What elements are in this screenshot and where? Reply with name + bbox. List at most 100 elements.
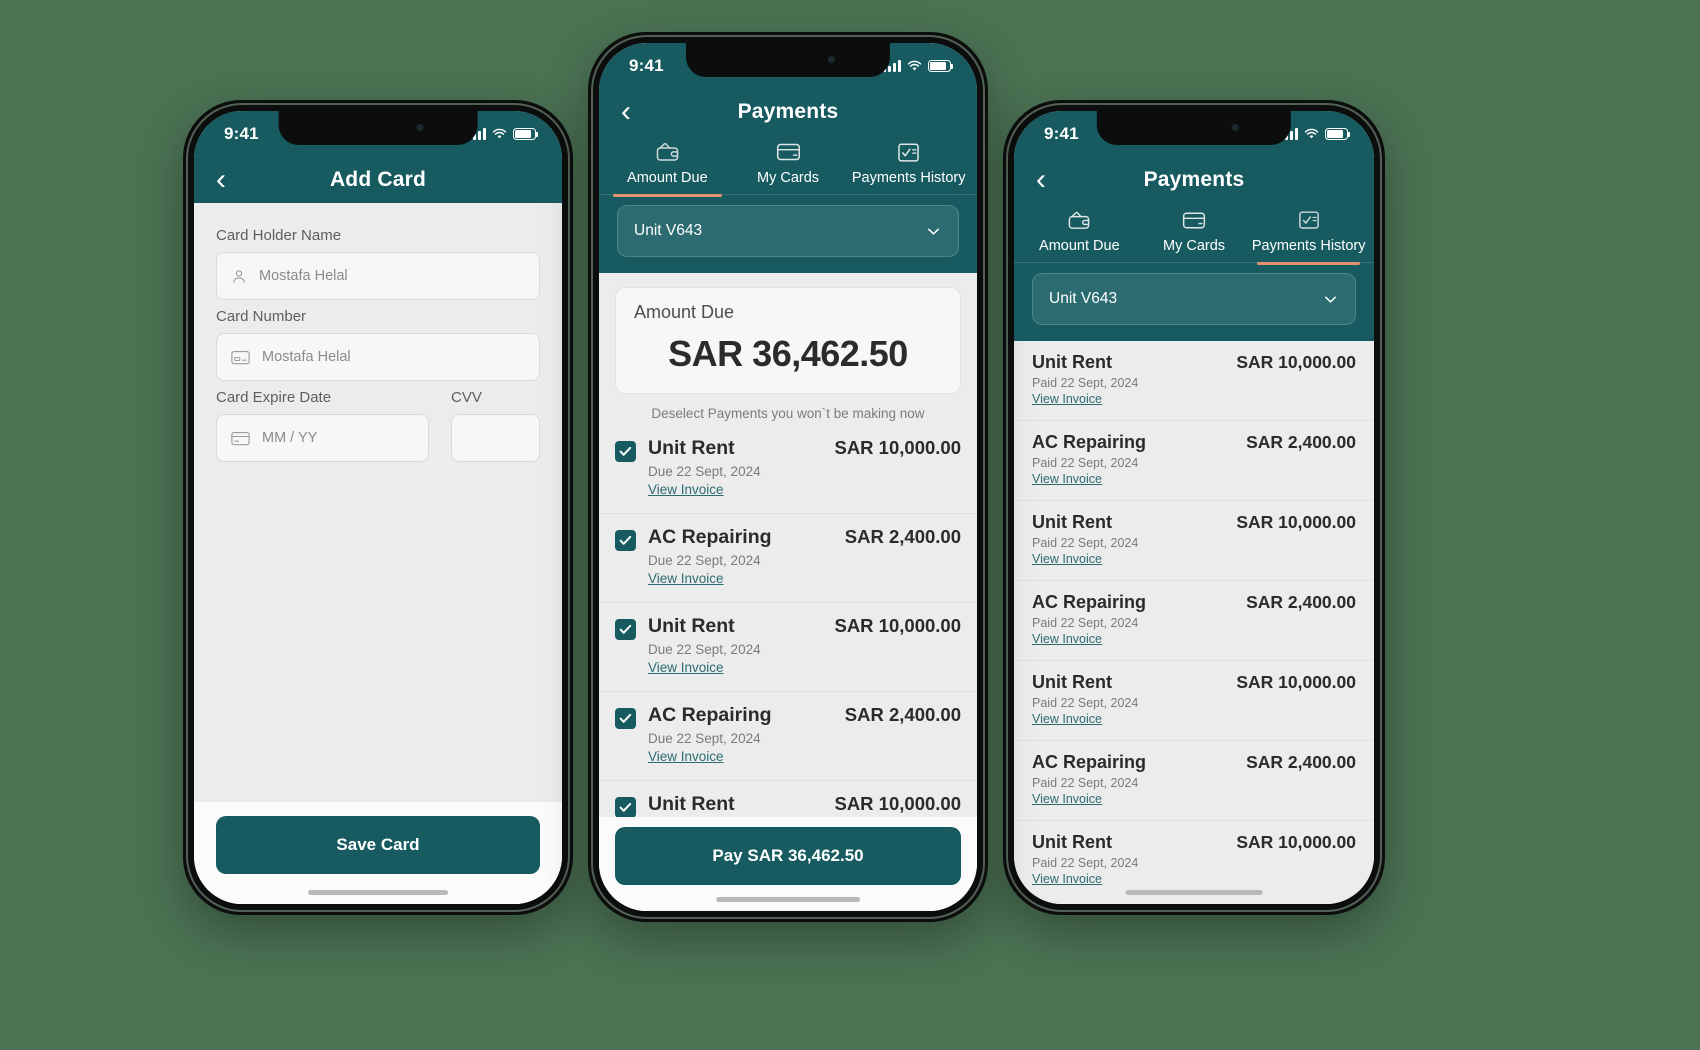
wifi-icon — [907, 60, 922, 71]
payment-date: Due 22 Sept, 2024 — [648, 553, 761, 568]
unit-select-value: Unit V643 — [634, 222, 703, 239]
tab-label: Amount Due — [1039, 238, 1120, 254]
payments-tabs: Amount Due My Cards Payments History — [1014, 203, 1374, 265]
payment-title: Unit Rent — [648, 437, 735, 459]
home-indicator — [1125, 890, 1263, 895]
payment-date: Due 22 Sept, 2024 — [648, 731, 761, 746]
camera-dot — [827, 56, 835, 63]
payment-amount: SAR 10,000.00 — [1236, 832, 1356, 852]
payment-title: AC Repairing — [1032, 592, 1147, 612]
payment-amount: SAR 2,400.00 — [844, 704, 961, 725]
status-time: 9:41 — [224, 124, 259, 143]
view-invoice-link[interactable]: View Invoice — [1032, 792, 1102, 806]
pay-button[interactable]: Pay SAR 36,462.50 — [615, 827, 961, 885]
payment-amount: SAR 2,400.00 — [1246, 752, 1356, 772]
payment-amount: SAR 10,000.00 — [1236, 352, 1356, 372]
card-holder-value: Mostafa Helal — [259, 268, 348, 284]
battery-icon — [513, 128, 539, 140]
notch — [1096, 111, 1292, 145]
payment-details: Unit Rent SAR 10,000.00 Due 22 Sept, 2024 V… — [648, 615, 961, 677]
tab-underline — [1257, 262, 1361, 265]
payment-date: Paid 22 Sept, 2024 — [1032, 536, 1139, 550]
tab-underline — [1028, 262, 1131, 265]
card-icon — [231, 350, 250, 364]
payment-date: Due 22 Sept, 2024 — [648, 464, 761, 479]
payment-amount: SAR 10,000.00 — [834, 437, 961, 458]
payment-checkbox[interactable] — [615, 530, 636, 551]
unit-select[interactable]: Unit V643 — [1032, 273, 1356, 325]
save-card-button[interactable]: Save Card — [216, 816, 540, 874]
view-invoice-link[interactable]: View Invoice — [648, 660, 724, 675]
tab-label: My Cards — [756, 170, 820, 186]
payments-due-list: Unit Rent SAR 10,000.00 Due 22 Sept, 2024 V… — [599, 425, 977, 869]
payment-checkbox[interactable] — [615, 797, 636, 818]
tab-label: Payments History — [1251, 238, 1366, 254]
chevron-down-icon — [928, 228, 939, 235]
card-number-value: Mostafa Helal — [262, 349, 351, 365]
payment-date: Paid 22 Sept, 2024 — [1032, 376, 1139, 390]
view-invoice-link[interactable]: View Invoice — [648, 482, 724, 497]
view-invoice-link[interactable]: View Invoice — [1032, 552, 1102, 566]
add-card-form: Card Holder Name Mostafa Helal Card Numb… — [194, 203, 562, 462]
view-invoice-link[interactable]: View Invoice — [1032, 712, 1102, 726]
card-holder-input[interactable]: Mostafa Helal — [216, 252, 540, 300]
payment-details: AC Repairing SAR 2,400.00 Due 22 Sept, 202… — [648, 526, 961, 588]
tab-label: Amount Due — [627, 170, 708, 186]
payment-checkbox[interactable] — [615, 441, 636, 462]
view-invoice-link[interactable]: View Invoice — [1032, 472, 1102, 486]
unit-select-wrap: Unit V643 — [599, 195, 977, 273]
expire-cvv-row: Card Expire Date MM / YY CVV — [216, 381, 540, 462]
unit-select-value: Unit V643 — [1049, 290, 1118, 307]
payment-amount: SAR 10,000.00 — [1236, 672, 1356, 692]
notch — [685, 43, 891, 77]
expire-col: Card Expire Date MM / YY — [216, 381, 429, 462]
view-invoice-link[interactable]: View Invoice — [1032, 392, 1102, 406]
view-invoice-link[interactable]: View Invoice — [1032, 872, 1102, 886]
payment-date: Paid 22 Sept, 2024 — [1032, 776, 1139, 790]
battery-icon — [928, 60, 954, 72]
cvv-input[interactable] — [451, 414, 540, 462]
tab-payments-history[interactable]: Payments History — [848, 135, 969, 197]
tab-underline — [1143, 262, 1246, 265]
payment-checkbox[interactable] — [615, 708, 636, 729]
tab-payments-history[interactable]: Payments History — [1251, 203, 1366, 265]
payment-amount: SAR 2,400.00 — [1246, 432, 1356, 452]
payment-title: Unit Rent — [648, 615, 735, 637]
expire-placeholder: MM / YY — [262, 430, 318, 446]
tab-my-cards[interactable]: My Cards — [728, 135, 849, 197]
person-icon — [233, 269, 245, 283]
app-bar-payments: ‹ Payments Amount Due My Cards Payments … — [599, 89, 977, 273]
status-time: 9:41 — [629, 56, 664, 75]
card-number-input[interactable]: Mostafa Helal — [216, 333, 540, 381]
expire-label: Card Expire Date — [216, 389, 332, 406]
check-box-icon — [848, 139, 969, 165]
tab-amount-due[interactable]: Amount Due — [607, 135, 728, 197]
tab-label: My Cards — [1162, 238, 1226, 254]
deselect-hint: Deselect Payments you won`t be making no… — [651, 406, 925, 421]
payment-amount: SAR 10,000.00 — [834, 615, 961, 636]
unit-select[interactable]: Unit V643 — [617, 205, 959, 257]
view-invoice-link[interactable]: View Invoice — [648, 571, 724, 586]
phone-add-card: 9:41 ‹ Add Card Card Holder Name Mostafa… — [183, 100, 573, 915]
tab-amount-due[interactable]: Amount Due — [1022, 203, 1137, 265]
view-invoice-link[interactable]: View Invoice — [648, 749, 724, 764]
screen-payments-history: 9:41 ‹ Payments Amount Due My Cards Paym… — [1014, 111, 1374, 904]
card-holder-label: Card Holder Name — [216, 227, 342, 244]
tab-my-cards[interactable]: My Cards — [1137, 203, 1252, 265]
check-box-icon — [1251, 207, 1366, 233]
status-icons — [883, 60, 954, 72]
table-row: Unit Rent SAR 10,000.00 Paid 22 Sept, 2024… — [1014, 500, 1374, 580]
expire-input[interactable]: MM / YY — [216, 414, 429, 462]
amount-due-value: SAR 36,462.50 — [668, 333, 908, 374]
payment-checkbox[interactable] — [615, 619, 636, 640]
card-icon — [231, 431, 250, 445]
card-number-label: Card Number — [216, 308, 307, 325]
phone-payments-history: 9:41 ‹ Payments Amount Due My Cards Paym… — [1003, 100, 1385, 915]
payment-title: AC Repairing — [648, 526, 772, 548]
view-invoice-link[interactable]: View Invoice — [1032, 632, 1102, 646]
payment-date: Paid 22 Sept, 2024 — [1032, 696, 1139, 710]
wifi-icon — [492, 128, 507, 139]
payment-amount: SAR 2,400.00 — [1246, 592, 1356, 612]
amount-due-card: Amount Due SAR 36,462.50 — [615, 287, 961, 394]
cvv-col: CVV — [451, 381, 540, 462]
